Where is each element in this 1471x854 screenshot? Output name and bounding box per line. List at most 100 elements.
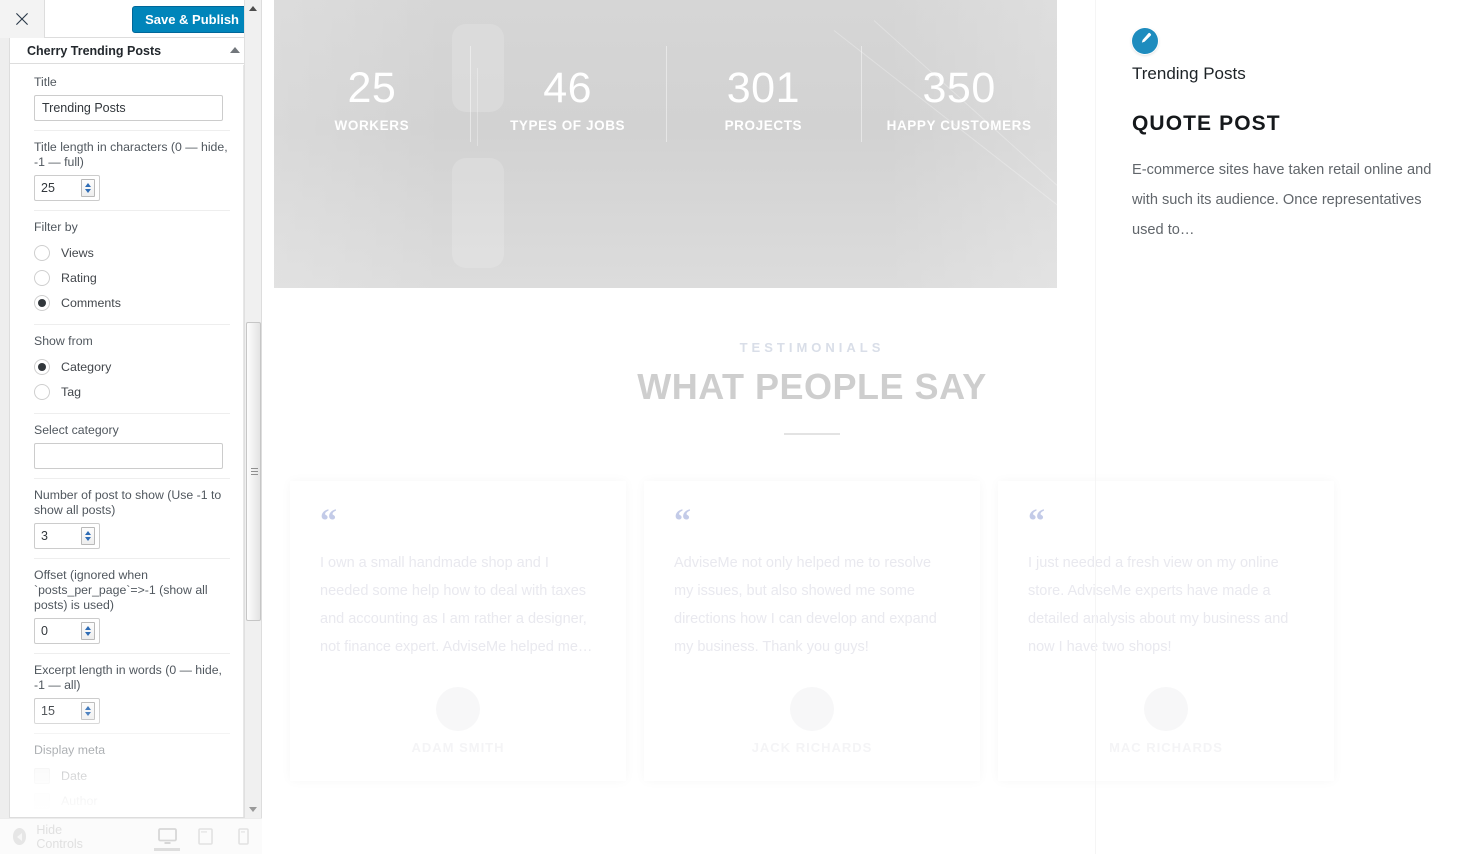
hero-decor-shape — [452, 158, 504, 268]
control-select-category-label: Select category — [34, 423, 119, 437]
title-length-spinner[interactable] — [81, 179, 95, 197]
control-title-length-label: Title length in characters (0 — hide, -1… — [34, 140, 228, 169]
radio-icon-selected[interactable] — [34, 294, 50, 311]
widget-title: Trending Posts — [1132, 64, 1246, 83]
control-posts-number-label: Number of post to show (Use -1 to show a… — [34, 488, 222, 517]
avatar — [436, 687, 480, 731]
scrollbar-grip-icon — [251, 467, 258, 476]
widget-settings-panel: Cherry Trending Posts Title Title length… — [9, 38, 253, 818]
title-input[interactable] — [34, 95, 223, 121]
control-show-from-label: Show from — [34, 334, 93, 348]
excerpt-length-stepper[interactable] — [34, 698, 100, 724]
radio-filter-rating[interactable]: Rating — [34, 265, 230, 290]
spinner-down-icon[interactable] — [85, 632, 91, 636]
title-length-stepper[interactable] — [34, 175, 100, 201]
control-display-meta: Display meta Date Author View — [34, 733, 230, 817]
mobile-icon — [237, 828, 249, 845]
stat-item: 25 WORKERS — [274, 62, 470, 133]
radio-icon[interactable] — [34, 269, 50, 286]
tablet-icon — [197, 828, 213, 845]
trending-posts-widget: Trending Posts QUOTE POST E-commerce sit… — [1095, 0, 1471, 854]
stat-item: 46 TYPES OF JOBS — [469, 46, 666, 142]
quote-icon: “ — [674, 503, 691, 540]
radio-icon[interactable] — [34, 244, 50, 261]
radio-show-tag[interactable]: Tag — [34, 379, 230, 404]
avatar — [790, 687, 834, 731]
control-title-label: Title — [34, 75, 57, 89]
spinner-up-icon[interactable] — [85, 531, 91, 535]
sidebar-scrollbar-thumb[interactable] — [246, 322, 261, 621]
control-display-meta-label: Display meta — [34, 743, 106, 757]
radio-label: Category — [61, 359, 112, 374]
checkbox-icon[interactable] — [34, 792, 50, 809]
customizer-screen: Save & Publish Cherry Trending Posts Tit… — [0, 0, 1471, 854]
posts-number-stepper[interactable] — [34, 523, 100, 549]
radio-label: Tag — [61, 384, 81, 399]
radio-icon-selected[interactable] — [34, 358, 50, 375]
hide-controls-label: Hide Controls — [36, 822, 83, 851]
checkbox-label: Date — [61, 768, 88, 783]
post-excerpt: E-commerce sites have taken retail onlin… — [1132, 162, 1432, 238]
control-select-category: Select category — [34, 413, 230, 478]
desktop-icon — [157, 828, 177, 845]
checkbox-meta-view[interactable]: View — [34, 813, 230, 817]
quote-icon: “ — [320, 503, 337, 540]
customizer-header: Save & Publish — [0, 0, 261, 38]
device-mobile-button[interactable] — [224, 819, 262, 854]
checkbox-label: Author — [61, 793, 98, 808]
stats-row: 25 WORKERS 46 TYPES OF JOBS 301 PROJECTS… — [274, 46, 1057, 142]
site-preview: 25 WORKERS 46 TYPES OF JOBS 301 PROJECTS… — [262, 0, 1471, 854]
select-category-input[interactable] — [34, 443, 223, 469]
chevron-down-icon — [249, 807, 257, 812]
testimonial-card: “ I own a small handmade shop and I need… — [290, 481, 626, 781]
testimonial-author: JACK RICHARDS — [674, 687, 950, 755]
checkbox-meta-author[interactable]: Author — [34, 788, 230, 813]
close-button[interactable] — [0, 0, 45, 38]
posts-number-spinner[interactable] — [81, 527, 95, 545]
customizer-footer: Hide Controls — [0, 818, 262, 854]
control-offset: Offset (ignored when `posts_per_page`=>-… — [34, 558, 230, 653]
checkbox-icon[interactable] — [34, 767, 50, 784]
device-desktop-button[interactable] — [148, 819, 186, 854]
scroll-down-button[interactable] — [245, 801, 261, 818]
panel-controls: Title Title length in characters (0 — hi… — [10, 65, 252, 817]
testimonial-author: ADAM SMITH — [320, 687, 596, 755]
radio-label: Comments — [61, 295, 121, 310]
control-title-length: Title length in characters (0 — hide, -1… — [34, 130, 230, 210]
chevron-up-icon[interactable] — [230, 47, 240, 53]
control-offset-label: Offset (ignored when `posts_per_page`=>-… — [34, 568, 208, 612]
radio-label: Rating — [61, 270, 97, 285]
control-show-from: Show from Category Tag — [34, 324, 230, 413]
hide-controls-button[interactable]: Hide Controls — [0, 823, 96, 851]
spinner-down-icon[interactable] — [85, 712, 91, 716]
close-icon — [15, 12, 29, 26]
testimonial-text: I own a small handmade shop and I needed… — [320, 555, 593, 655]
scroll-up-button[interactable] — [245, 0, 261, 17]
offset-spinner[interactable] — [81, 622, 95, 640]
control-title: Title — [34, 75, 230, 130]
spinner-up-icon[interactable] — [85, 706, 91, 710]
checkbox-meta-date[interactable]: Date — [34, 763, 230, 788]
control-excerpt-length-label: Excerpt length in words (0 — hide, -1 — … — [34, 663, 222, 692]
device-tablet-button[interactable] — [186, 819, 224, 854]
spinner-up-icon[interactable] — [85, 626, 91, 630]
excerpt-length-spinner[interactable] — [81, 702, 95, 720]
spinner-up-icon[interactable] — [85, 183, 91, 187]
spinner-down-icon[interactable] — [85, 537, 91, 541]
radio-show-category[interactable]: Category — [34, 354, 230, 379]
stat-label: WORKERS — [334, 118, 410, 133]
sidebar-scrollbar[interactable] — [244, 0, 261, 818]
radio-icon[interactable] — [34, 383, 50, 400]
edit-widget-button[interactable] — [1132, 28, 1158, 54]
spinner-down-icon[interactable] — [85, 189, 91, 193]
radio-filter-views[interactable]: Views — [34, 240, 230, 265]
radio-filter-comments[interactable]: Comments — [34, 290, 230, 315]
save-and-publish-button[interactable]: Save & Publish — [132, 6, 252, 33]
panel-title-bar[interactable]: Cherry Trending Posts — [10, 38, 252, 64]
post-title[interactable]: QUOTE POST — [1132, 112, 1441, 136]
stat-number: 25 — [347, 64, 397, 112]
offset-stepper[interactable] — [34, 618, 100, 644]
stat-label: PROJECTS — [724, 118, 803, 133]
chevron-up-icon — [249, 6, 257, 11]
stat-number: 301 — [726, 64, 800, 112]
